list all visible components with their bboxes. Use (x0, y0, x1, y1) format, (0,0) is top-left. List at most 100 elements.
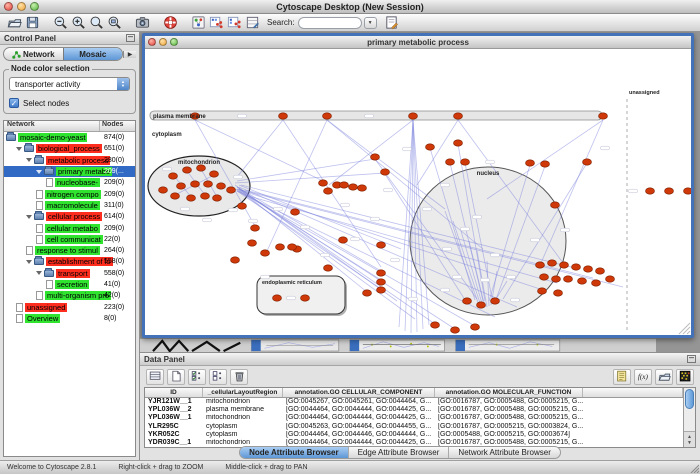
network-edge[interactable] (327, 120, 445, 209)
network-node[interactable] (273, 295, 282, 301)
table-row[interactable]: YJR121W__1mitochondrion[GO:0045267, GO:0… (145, 398, 683, 406)
attribute-matrix-button[interactable] (676, 369, 694, 385)
canvas-resize-grip[interactable] (687, 331, 690, 334)
float-panel-icon[interactable] (687, 355, 696, 363)
network-view-frame[interactable]: primary metabolic process plasma membran… (142, 33, 694, 338)
network-node[interactable] (461, 159, 470, 165)
network-node[interactable] (377, 287, 386, 293)
network-node[interactable] (371, 154, 380, 160)
search-dropdown-button[interactable]: ▼ (364, 17, 377, 29)
tree-row[interactable]: Overview8(0) (4, 313, 135, 324)
network-node[interactable] (324, 188, 333, 194)
snapshot-button[interactable] (133, 15, 151, 31)
more-tabs-button[interactable]: ▶ (123, 51, 136, 58)
background-window-fragments[interactable] (140, 338, 656, 352)
network-view-titlebar[interactable]: primary metabolic process (145, 36, 691, 49)
expander-icon[interactable] (26, 215, 32, 219)
network-node[interactable] (548, 260, 557, 266)
help-button[interactable] (161, 15, 179, 31)
expander-icon[interactable] (26, 158, 32, 162)
float-panel-icon[interactable] (126, 34, 135, 42)
network-node[interactable] (560, 262, 569, 268)
network-node[interactable] (276, 244, 285, 250)
expander-icon[interactable] (36, 271, 42, 275)
column-header[interactable]: _cellularLayoutRegion (203, 388, 283, 397)
network-node[interactable] (171, 193, 180, 199)
annotation-page-button[interactable] (383, 15, 401, 31)
network-node[interactable] (324, 265, 333, 271)
tree-row[interactable]: primary metabo209(... (4, 166, 135, 177)
expand-network-button[interactable] (225, 15, 243, 31)
network-node[interactable] (183, 167, 192, 173)
node-color-dropdown[interactable]: transporter activity ▲▼ (9, 77, 130, 91)
network-node[interactable] (339, 237, 348, 243)
network-edge[interactable] (283, 120, 381, 267)
network-node[interactable] (684, 188, 692, 194)
tree-row[interactable]: nucleobase-209(0) (4, 177, 135, 188)
network-node[interactable] (551, 202, 560, 208)
network-node[interactable] (463, 298, 472, 304)
network-node[interactable] (541, 161, 550, 167)
tree-column-network[interactable]: Network (4, 121, 99, 131)
network-node[interactable] (301, 295, 310, 301)
network-node[interactable] (491, 298, 500, 304)
network-edge[interactable] (237, 159, 375, 181)
filter-grid-button[interactable] (243, 15, 261, 31)
select-nodes-checkbox[interactable]: ✓ (9, 98, 19, 108)
new-attribute-button[interactable] (167, 369, 185, 385)
network-node[interactable] (210, 171, 219, 177)
network-node[interactable] (596, 268, 605, 274)
network-node[interactable] (538, 288, 547, 294)
formula-builder-button[interactable]: f(x) (634, 369, 652, 385)
network-node[interactable] (169, 173, 178, 179)
select-neighbors-button[interactable] (207, 15, 225, 31)
network-node[interactable] (204, 181, 213, 187)
search-input[interactable] (298, 17, 362, 29)
expander-icon[interactable] (16, 147, 22, 151)
network-node[interactable] (477, 302, 486, 308)
tab-network-attribute-browser[interactable]: Network Attribute Browser (449, 447, 559, 458)
table-row[interactable]: YLR295Ccytoplasm[GO:0045263, GO:0044464,… (145, 423, 683, 431)
network-node[interactable] (564, 276, 573, 282)
network-node[interactable] (554, 290, 563, 296)
scrollbar-thumb[interactable] (685, 389, 694, 409)
attribute-list-button[interactable] (613, 369, 631, 385)
network-edge[interactable] (237, 120, 283, 177)
network-node[interactable] (409, 113, 418, 119)
network-node[interactable] (261, 250, 270, 256)
network-node[interactable] (526, 160, 535, 166)
network-node[interactable] (191, 181, 200, 187)
column-header[interactable]: ID (145, 388, 203, 397)
tree-column-nodes[interactable]: Nodes (99, 121, 135, 131)
tree-row[interactable]: response to stimul264(0) (4, 245, 135, 256)
network-node[interactable] (454, 113, 463, 119)
network-node[interactable] (291, 209, 300, 215)
scrollbar-arrows[interactable]: ▲▼ (684, 431, 695, 447)
tree-row[interactable]: macromolecule311(0) (4, 200, 135, 211)
tree-row[interactable]: unassigned223(0) (4, 301, 135, 312)
network-node[interactable] (592, 280, 601, 286)
zoom-out-button[interactable] (51, 15, 69, 31)
tab-node-attribute-browser[interactable]: Node Attribute Browser (240, 447, 349, 458)
network-node[interactable] (377, 242, 386, 248)
table-scrollbar[interactable]: ▲▼ (683, 388, 695, 447)
network-node[interactable] (646, 188, 655, 194)
network-node[interactable] (288, 244, 297, 250)
column-header[interactable]: annotation.GO MOLECULAR_FUNCTION (435, 388, 583, 397)
network-node[interactable] (377, 270, 386, 276)
network-node[interactable] (540, 274, 549, 280)
network-node[interactable] (446, 159, 455, 165)
attribute-table-button[interactable] (146, 369, 164, 385)
network-node[interactable] (451, 327, 460, 333)
network-node[interactable] (536, 262, 545, 268)
network-node[interactable] (279, 113, 288, 119)
tree-row[interactable]: transport558(0) (4, 268, 135, 279)
network-node[interactable] (606, 276, 615, 282)
network-node[interactable] (583, 159, 592, 165)
network-node[interactable] (665, 188, 674, 194)
tree-row[interactable]: biological_process651(0) (4, 143, 135, 154)
import-attributes-button[interactable] (655, 369, 673, 385)
tree-row[interactable]: multi-organism pro42(0) (4, 290, 135, 301)
tree-row[interactable]: mosaic-demo-yeast874(0) (4, 132, 135, 143)
network-node[interactable] (159, 187, 168, 193)
